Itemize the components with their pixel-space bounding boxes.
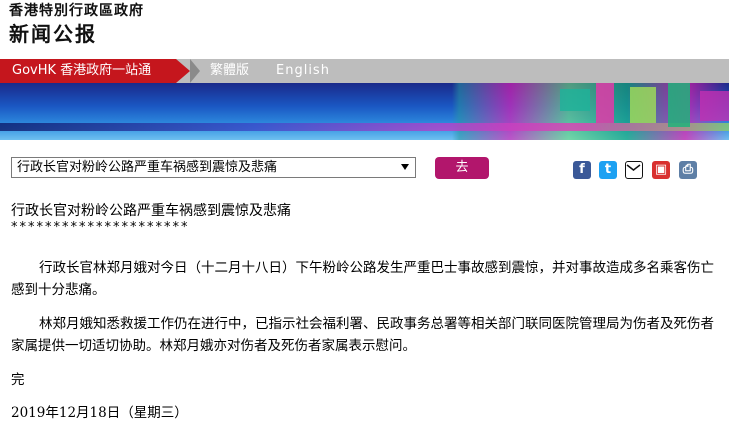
- banner-block: [630, 87, 656, 123]
- article-select-value: 行政长官对粉岭公路严重车祸感到震惊及悲痛: [17, 160, 278, 175]
- chevron-down-icon: [401, 164, 409, 170]
- page-title: 新闻公报: [9, 22, 97, 46]
- government-name: 香港特別行政區政府: [9, 3, 144, 19]
- banner-block: [560, 89, 590, 111]
- banner-block: [596, 83, 614, 123]
- article-title: 行政长官对粉岭公路严重车祸感到震惊及悲痛: [11, 203, 291, 219]
- top-nav: GovHK 香港政府一站通 繁體版 English: [0, 59, 729, 83]
- article-date: 2019年12月18日（星期三）: [11, 405, 188, 421]
- english-link[interactable]: English: [276, 59, 330, 83]
- banner-stripe: [0, 123, 729, 131]
- print-icon[interactable]: ⎙: [679, 161, 697, 179]
- article-paragraph: 林郑月娥知悉救援工作仍在进行中，已指示社会福利署、民政事务总署等相关部门联同医院…: [11, 316, 714, 354]
- go-button[interactable]: 去: [435, 157, 489, 179]
- govhk-link[interactable]: GovHK 香港政府一站通: [0, 59, 176, 83]
- traditional-chinese-link[interactable]: 繁體版: [210, 59, 249, 83]
- email-icon[interactable]: [625, 161, 643, 179]
- govhk-arrow-decoration: [176, 59, 190, 83]
- banner-block: [668, 83, 690, 127]
- title-separator: *********************: [11, 220, 190, 235]
- article-paragraph: 行政长官林郑月娥对今日（十二月十八日）下午粉岭公路发生严重巴士事故感到震惊，并对…: [11, 260, 714, 298]
- site-header: 香港特別行政區政府 新闻公报: [9, 2, 144, 46]
- banner-block: [700, 91, 729, 121]
- header-banner: [0, 83, 729, 140]
- article-select[interactable]: 行政长官对粉岭公路严重车祸感到震惊及悲痛: [11, 157, 416, 178]
- facebook-icon[interactable]: f: [573, 161, 591, 179]
- weibo-icon[interactable]: ▣: [652, 161, 670, 179]
- article-end-mark: 完: [11, 372, 25, 388]
- twitter-icon[interactable]: t: [599, 161, 617, 179]
- nav-separator: [190, 59, 200, 83]
